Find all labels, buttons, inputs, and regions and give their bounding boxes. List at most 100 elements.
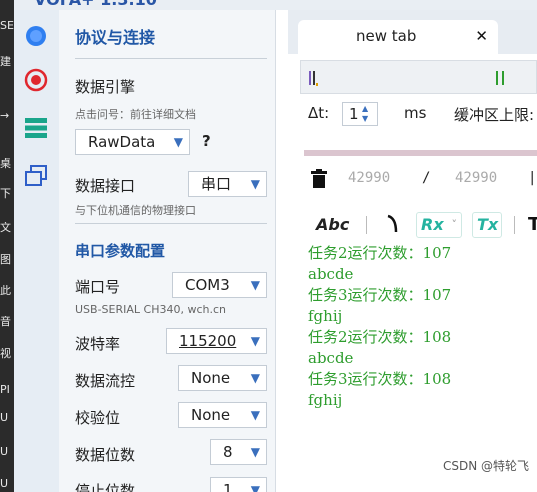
- strip-text: 桌: [0, 158, 11, 170]
- chevron-down-icon: ˅: [451, 218, 458, 231]
- chevron-down-icon: ▼: [250, 483, 260, 492]
- close-icon[interactable]: ✕: [475, 27, 488, 45]
- divider: [75, 223, 267, 224]
- divider: [366, 216, 367, 234]
- interface-select-value: 串口: [201, 175, 232, 193]
- watermark: CSDN @特轮飞: [442, 459, 529, 473]
- divider: [514, 216, 515, 234]
- log-line: 任务3运行次数：108: [308, 370, 452, 388]
- parity-select[interactable]: None ▼: [178, 402, 267, 428]
- chevron-down-icon: ▼: [250, 177, 260, 191]
- background-desktop-strip: SE 建 → 桌 下 文 图 此 音 视 PI U U U: [0, 0, 14, 492]
- tab-label: new tab: [356, 27, 417, 45]
- marker: [313, 71, 315, 85]
- tab-bar: new tab ✕: [288, 10, 537, 54]
- app-title: VOFA+ 1.3.10: [34, 0, 157, 9]
- help-icon[interactable]: ?: [202, 132, 211, 150]
- log-line: 任务3运行次数：107: [308, 286, 452, 304]
- data-view: new tab ✕ Δt: 1 ▲ ▼ ms 缓冲区上限: 42990 / 429…: [288, 10, 537, 492]
- flow-control-select[interactable]: None ▼: [178, 365, 267, 391]
- strip-text: 音: [0, 316, 11, 328]
- text-icon[interactable]: T: [528, 214, 537, 235]
- strip-text: 图: [0, 254, 11, 266]
- section-serial-title: 串口参数配置: [75, 242, 166, 260]
- title-bar: VOFA+ 1.3.10: [14, 0, 537, 10]
- timing-row: Δt: 1 ▲ ▼ ms 缓冲区上限:: [288, 102, 537, 128]
- counter-slash: /: [422, 170, 431, 186]
- stepper-arrows-icon[interactable]: ▲ ▼: [362, 104, 374, 124]
- menu-icon[interactable]: [22, 114, 50, 142]
- tx-label: Tx: [477, 215, 499, 234]
- section-protocol-title: 协议与连接: [75, 28, 156, 47]
- dt-value: 1: [349, 105, 359, 123]
- parity-select-value: None: [191, 406, 231, 424]
- parity-label: 校验位: [75, 409, 121, 427]
- data-bits-value: 8: [223, 443, 233, 461]
- tx-toggle[interactable]: Tx: [472, 212, 502, 238]
- strip-text: U: [0, 412, 9, 424]
- strip-text: PI: [0, 384, 10, 396]
- dt-label: Δt:: [308, 104, 330, 122]
- port-select[interactable]: COM3 ▼: [172, 272, 267, 298]
- interface-hint: 与下位机通信的物理接口: [75, 204, 196, 217]
- flow-control-label: 数据流控: [75, 372, 136, 390]
- strip-text: 文: [0, 222, 11, 234]
- port-label: 端口号: [75, 278, 121, 296]
- config-panel: 协议与连接 数据引擎 点击问号：前往详细文档 RawData ▼ ? 数据接口 …: [59, 10, 276, 492]
- stop-bits-value: 1: [223, 481, 233, 492]
- data-bits-select[interactable]: 8 ▼: [210, 439, 267, 465]
- marker: [309, 71, 311, 85]
- strip-text: U: [0, 478, 9, 490]
- log-line: abcde: [308, 349, 354, 367]
- connect-circle-icon[interactable]: [22, 22, 50, 50]
- cursor-icon[interactable]: [386, 214, 400, 238]
- baud-label: 波特率: [75, 335, 121, 353]
- buffer-limit-label: 缓冲区上限:: [454, 106, 535, 124]
- dt-stepper[interactable]: 1 ▲ ▼: [342, 102, 378, 126]
- marker: [502, 71, 504, 85]
- chevron-down-icon: ▼: [250, 408, 260, 422]
- divider: [75, 58, 267, 59]
- data-bits-label: 数据位数: [75, 446, 136, 464]
- engine-hint: 点击问号：前往详细文档: [75, 108, 196, 121]
- engine-select-value: RawData: [88, 133, 156, 151]
- log-line: abcde: [308, 265, 354, 283]
- trash-icon[interactable]: [310, 169, 328, 193]
- chevron-down-icon: ▼: [250, 334, 260, 348]
- windows-icon[interactable]: [22, 162, 50, 190]
- baud-select[interactable]: 115200 ▼: [166, 328, 267, 354]
- chevron-down-icon: ▼: [250, 371, 260, 385]
- log-line: 任务2运行次数：108: [308, 328, 452, 346]
- strip-text: 视: [0, 348, 11, 360]
- interface-label: 数据接口: [75, 177, 136, 195]
- rx-label: Rx: [421, 215, 444, 234]
- counter-total: 42990: [455, 170, 498, 186]
- marker: [316, 83, 318, 86]
- counter-current: 42990: [348, 170, 391, 186]
- chevron-down-icon: ▼: [250, 278, 260, 292]
- dt-unit: ms: [404, 104, 427, 122]
- port-select-value: COM3: [185, 276, 230, 294]
- interface-select[interactable]: 串口 ▼: [188, 171, 267, 197]
- baud-select-value: 115200: [179, 332, 237, 350]
- engine-select[interactable]: RawData ▼: [75, 129, 190, 155]
- record-icon[interactable]: [22, 66, 50, 94]
- strip-text: SE: [0, 20, 14, 32]
- stop-bits-label: 停止位数: [75, 482, 136, 492]
- waveform-minimap[interactable]: [300, 60, 537, 94]
- serial-log[interactable]: 任务2运行次数：107 abcde 任务3运行次数：107 fghij 任务2运行次数：…: [308, 243, 451, 411]
- chevron-down-icon: ▼: [173, 135, 183, 149]
- tab-new-tab[interactable]: new tab ✕: [298, 20, 498, 54]
- strip-text: U: [0, 446, 9, 458]
- engine-label: 数据引擎: [75, 78, 136, 96]
- flow-control-value: None: [191, 369, 231, 387]
- text-format-button[interactable]: Abc: [316, 215, 349, 234]
- stop-bits-select[interactable]: 1 ▼: [210, 477, 267, 492]
- log-line: 任务2运行次数：107: [308, 244, 452, 262]
- counter-row: 42990 / 42990 |: [288, 168, 537, 192]
- strip-text: 此: [0, 285, 11, 297]
- counter-divider: |: [528, 170, 537, 186]
- progress-bar: [304, 150, 537, 156]
- strip-text: →: [0, 110, 10, 122]
- rx-toggle[interactable]: Rx ˅: [416, 212, 462, 238]
